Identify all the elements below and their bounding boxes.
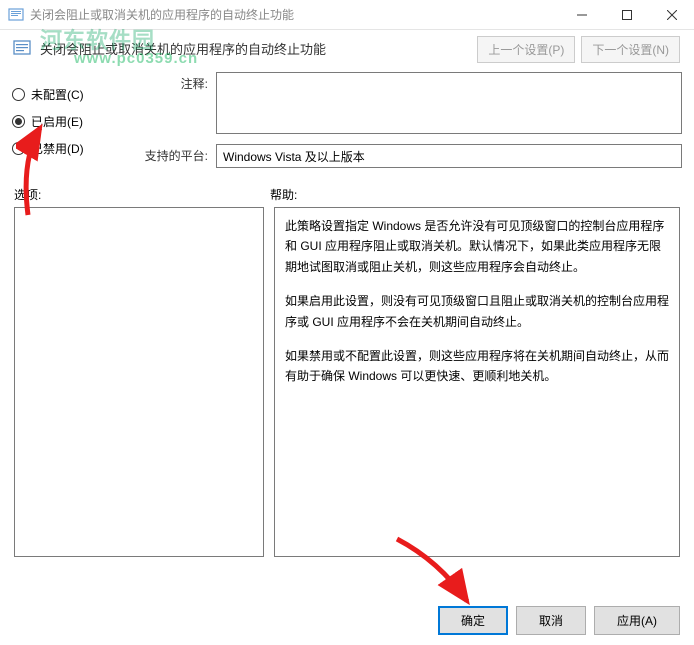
cancel-button[interactable]: 取消: [516, 606, 586, 635]
window-titlebar: 关闭会阻止或取消关机的应用程序的自动终止功能: [0, 0, 694, 30]
help-paragraph: 如果启用此设置，则没有可见顶级窗口且阻止或取消关机的控制台应用程序或 GUI 应…: [285, 291, 669, 332]
radio-not-configured[interactable]: 未配置(C): [12, 86, 120, 103]
platform-label: 支持的平台:: [130, 144, 216, 168]
help-paragraph: 如果禁用或不配置此设置，则这些应用程序将在关机期间自动终止，从而有助于确保 Wi…: [285, 346, 669, 387]
header: 关闭会阻止或取消关机的应用程序的自动终止功能 上一个设置(P) 下一个设置(N): [0, 30, 694, 66]
radio-icon: [12, 115, 25, 128]
prev-setting-button[interactable]: 上一个设置(P): [477, 36, 575, 63]
radio-label: 未配置(C): [31, 86, 84, 103]
radio-icon: [12, 88, 25, 101]
radio-label: 已禁用(D): [31, 140, 84, 157]
help-pane: 此策略设置指定 Windows 是否允许没有可见顶级窗口的控制台应用程序和 GU…: [274, 207, 680, 557]
help-paragraph: 此策略设置指定 Windows 是否允许没有可见顶级窗口的控制台应用程序和 GU…: [285, 216, 669, 277]
radio-icon: [12, 142, 25, 155]
options-label: 选项:: [14, 186, 270, 203]
radio-label: 已启用(E): [31, 113, 83, 130]
help-label: 帮助:: [270, 186, 297, 203]
next-setting-button[interactable]: 下一个设置(N): [581, 36, 680, 63]
platform-value: Windows Vista 及以上版本: [216, 144, 682, 168]
window-title: 关闭会阻止或取消关机的应用程序的自动终止功能: [30, 6, 559, 23]
minimize-button[interactable]: [559, 0, 604, 30]
app-icon: [8, 7, 24, 23]
maximize-button[interactable]: [604, 0, 649, 30]
comment-textarea[interactable]: [216, 72, 682, 134]
radio-disabled[interactable]: 已禁用(D): [12, 140, 120, 157]
comment-label: 注释:: [130, 72, 216, 134]
ok-button[interactable]: 确定: [438, 606, 508, 635]
policy-icon: [12, 38, 32, 58]
radio-enabled[interactable]: 已启用(E): [12, 113, 120, 130]
close-button[interactable]: [649, 0, 694, 30]
policy-title: 关闭会阻止或取消关机的应用程序的自动终止功能: [40, 39, 326, 58]
footer: 确定 取消 应用(A): [438, 606, 680, 635]
apply-button[interactable]: 应用(A): [594, 606, 680, 635]
options-pane: [14, 207, 264, 557]
